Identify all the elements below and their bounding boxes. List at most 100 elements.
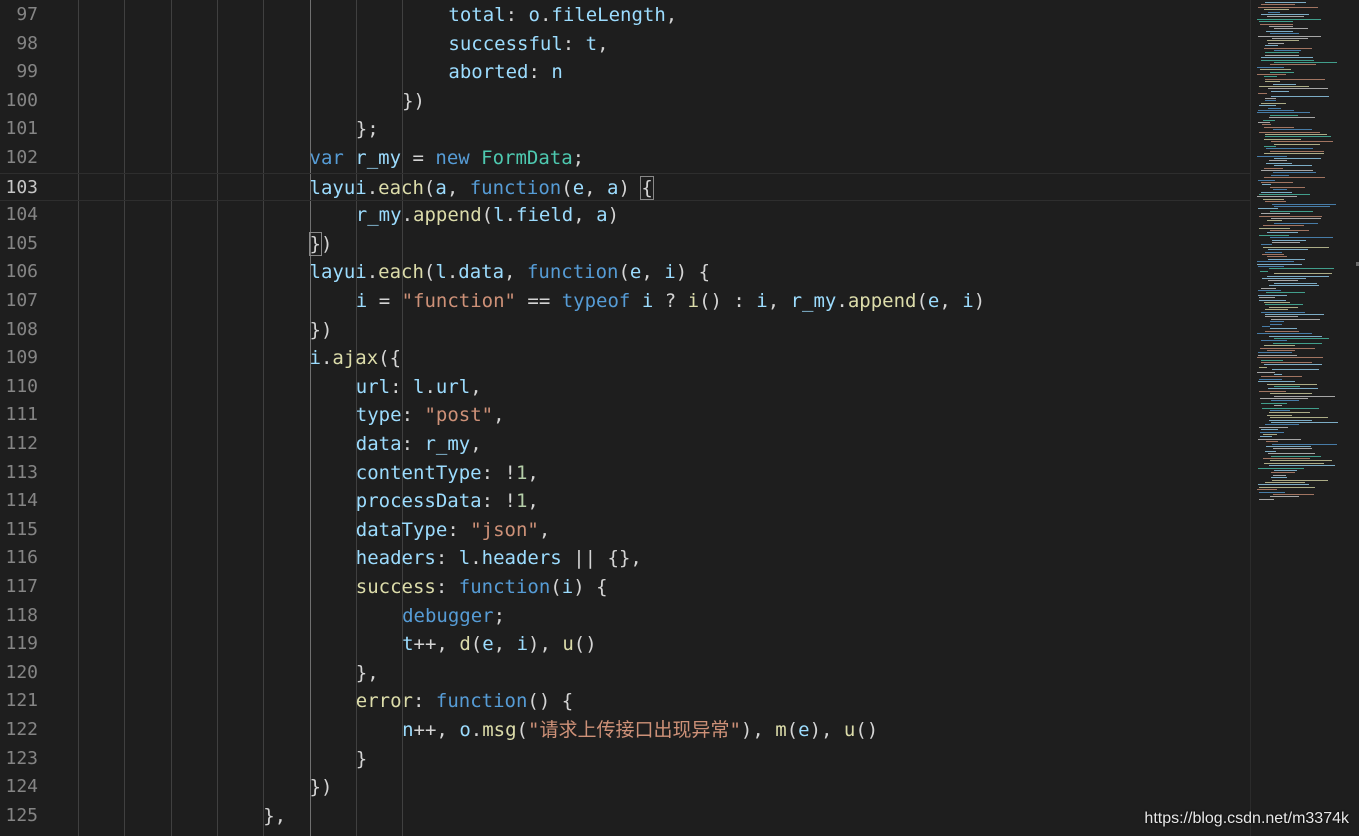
minimap-line (1262, 278, 1306, 279)
minimap-line (1259, 486, 1315, 488)
code-token: r_my (790, 290, 837, 312)
code-line[interactable]: 113 contentType: !1, (0, 459, 1250, 488)
minimap-line (1269, 26, 1293, 27)
line-number: 120 (5, 661, 38, 683)
code-token: . (446, 261, 459, 284)
code-token: ) { (573, 576, 608, 598)
code-line[interactable]: 105}) (0, 230, 1250, 259)
code-text: error: function() { (356, 687, 573, 716)
minimap-line (1259, 378, 1282, 380)
code-token: u (562, 633, 574, 656)
code-token: ( (618, 261, 630, 284)
minimap-line (1266, 292, 1305, 294)
code-token: , (470, 375, 482, 398)
code-token: } (355, 747, 368, 770)
minimap-line (1263, 198, 1284, 200)
code-token: type (355, 404, 402, 427)
code-line[interactable]: 110 url: l.url, (0, 373, 1250, 402)
code-token: : (413, 690, 436, 713)
code-token: , (665, 4, 678, 26)
code-text: layui.each(l.data, function(e, i) { (310, 258, 711, 287)
code-token: . (320, 347, 333, 370)
code-line[interactable]: 111 type: "post", (0, 401, 1250, 430)
code-editor[interactable]: 97 total: o.fileLength, 98 successful: t, 99… (0, 0, 1250, 836)
minimap-line (1273, 474, 1286, 476)
minimap-line (1259, 390, 1286, 392)
line-number: 125 (5, 804, 38, 826)
code-line[interactable]: 114 processData: !1, (0, 487, 1250, 516)
code-text: }, (356, 659, 379, 688)
code-token: }, (355, 661, 379, 684)
code-line[interactable]: 115 dataType: "json", (0, 516, 1250, 545)
code-token: "请求上传接口出现异常" (528, 719, 741, 741)
minimap-line (1274, 143, 1320, 145)
minimap[interactable] (1250, 0, 1359, 836)
minimap-line (1269, 160, 1287, 162)
code-line[interactable]: 106 layui.each(l.data, function(e, i) { (0, 258, 1250, 287)
code-token: processData (355, 490, 482, 513)
code-token: headers (355, 547, 436, 570)
code-line[interactable]: 103 layui.each(a, function(e, a) { (0, 172, 1250, 202)
code-line[interactable]: 119 t++, d(e, i), u() (0, 630, 1250, 659)
code-token: . (836, 290, 848, 312)
code-token: ) (618, 176, 642, 199)
code-line[interactable]: 122 n++, o.msg("请求上传接口出现异常"), m(e), u() (0, 716, 1250, 745)
minimap-line (1270, 71, 1294, 73)
code-text: }) (402, 87, 425, 116)
minimap-line (1264, 167, 1283, 169)
code-token: ), (740, 719, 776, 741)
code-token: e (927, 290, 940, 312)
code-line[interactable]: 107 i = "function" == typeof i ? i() : i,… (0, 287, 1250, 316)
line-number: 123 (5, 747, 38, 769)
code-text: type: "post", (356, 401, 505, 430)
code-line[interactable]: 98 successful: t, (0, 30, 1250, 59)
minimap-line (1261, 287, 1276, 289)
code-line[interactable]: function() { (0, 830, 1250, 836)
code-token: ), (809, 719, 844, 741)
code-token: e (482, 633, 494, 656)
code-token: { (640, 175, 654, 200)
code-line[interactable]: 112 data: r_my, (0, 430, 1250, 459)
code-line[interactable]: 125}, (0, 802, 1250, 831)
code-line[interactable]: 120}, (0, 659, 1250, 688)
code-token: each (378, 176, 424, 199)
code-line[interactable]: 104 r_my.append(l.field, a) (0, 201, 1250, 230)
minimap-line (1261, 191, 1292, 193)
code-line[interactable]: 97 total: o.fileLength, (0, 1, 1250, 30)
code-line[interactable]: 123} (0, 745, 1250, 774)
code-line[interactable]: 124}) (0, 773, 1250, 802)
line-number: 122 (5, 719, 38, 740)
minimap-line (1257, 18, 1321, 20)
minimap-line (1258, 110, 1294, 111)
minimap-line (1261, 311, 1305, 313)
code-line[interactable]: 109 i.ajax({ (0, 344, 1250, 373)
minimap-line (1265, 78, 1325, 80)
minimap-line (1264, 9, 1289, 11)
minimap-line (1268, 11, 1280, 13)
code-line[interactable]: 117 success: function(i) { (0, 573, 1250, 602)
code-token: r_my (424, 433, 471, 455)
code-text: data: r_my, (356, 430, 482, 459)
code-text: headers: l.headers || {}, (356, 544, 642, 573)
code-line[interactable]: 102 var r_my = new FormData; (0, 144, 1250, 173)
minimap-line (1257, 196, 1297, 198)
code-line[interactable]: 118 debugger; (0, 602, 1250, 631)
code-line[interactable]: 101}; (0, 115, 1250, 144)
code-token: , (493, 404, 505, 427)
minimap-line (1273, 342, 1322, 344)
code-line[interactable]: 108}) (0, 316, 1250, 345)
code-token: ( (516, 719, 528, 741)
code-token: successful (448, 32, 563, 55)
code-line[interactable]: 99 aborted: n (0, 58, 1250, 87)
code-line[interactable]: 116 headers: l.headers || {}, (0, 544, 1250, 573)
code-line[interactable]: 100}) (0, 87, 1250, 116)
code-line[interactable]: 121 error: function() { (0, 687, 1250, 716)
minimap-line (1269, 117, 1315, 119)
code-token: . (539, 4, 552, 26)
minimap-line (1263, 458, 1310, 459)
code-text: r_my.append(l.field, a) (356, 201, 619, 230)
code-text: total: o.fileLength, (448, 1, 677, 30)
minimap-line (1271, 472, 1295, 474)
code-token: : ! (481, 461, 516, 484)
code-token: layui (309, 261, 367, 284)
